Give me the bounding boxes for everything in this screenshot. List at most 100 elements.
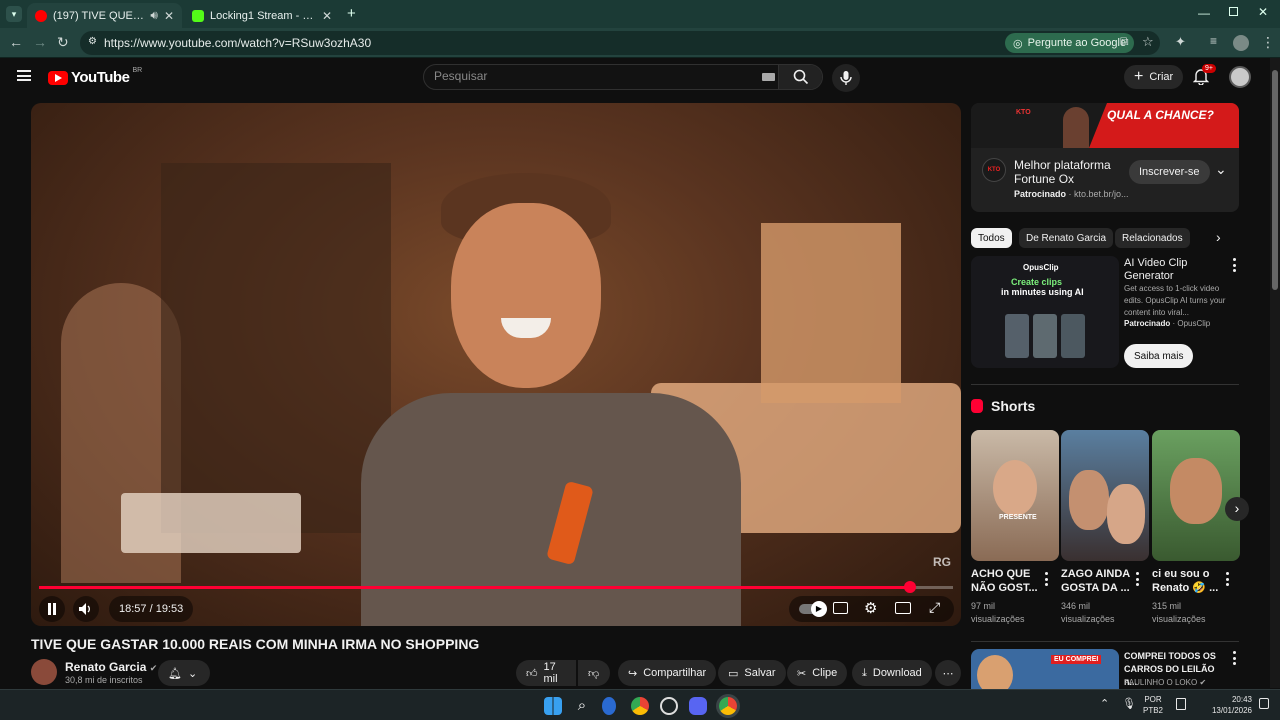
bookmark-star-icon[interactable]: ☆ [1142,34,1154,50]
save-button[interactable]: ▭ Salvar [718,660,786,686]
short-title[interactable]: ACHO QUE NÃO GOST... [971,567,1041,595]
tab-locking-stream[interactable]: Locking1 Stream - Watch Live o ✕ [184,3,340,28]
youtube-logo[interactable]: YouTube BR [48,67,142,86]
short-title[interactable]: ZAGO AINDA GOSTA DA ... [1061,567,1131,595]
restore-icon[interactable] [1229,7,1238,16]
system-clock[interactable]: 20:43 13/01/2026 [1208,694,1252,716]
like-button[interactable]: 👍︎ 17 mil [516,660,576,686]
more-vertical-icon[interactable] [1232,258,1236,272]
learn-more-button[interactable]: Saiba mais [1124,344,1194,368]
search-button[interactable] [778,65,822,89]
youtube-header: YouTube BR + Criar 9+ [0,58,1270,96]
extensions-icon[interactable]: ✦ [1175,34,1186,50]
scrollbar-thumb[interactable] [1272,70,1278,290]
progress-scrubber[interactable] [904,581,917,593]
url-field[interactable]: ⚙ https://www.youtube.com/watch?v=RSuw3o… [80,31,1160,55]
install-icon[interactable]: ⧉ [1120,34,1129,49]
close-window-icon[interactable]: ✕ [1258,5,1268,19]
short-thumbnail[interactable] [1061,430,1149,561]
scissors-icon: ✂ [797,667,807,680]
chip-related[interactable]: Relacionados [1115,228,1190,248]
chevron-down-icon[interactable]: ⌄ [1215,161,1227,178]
settings-gear-icon[interactable]: ⚙ [864,599,877,617]
media-control-icon[interactable]: ≡ [1210,34,1217,48]
more-vertical-icon[interactable] [1225,572,1229,586]
notifications-button[interactable]: 9+ [1192,64,1216,86]
channel-avatar[interactable] [31,659,57,685]
network-icon[interactable] [1176,698,1186,710]
new-tab-button[interactable]: + [347,5,356,22]
recommended-thumbnail[interactable]: EU COMPREI [971,649,1119,689]
chrome-icon[interactable] [631,697,649,715]
shorts-next-button[interactable]: › [1225,497,1249,521]
back-icon[interactable]: ← [9,34,23,50]
profile-avatar[interactable] [1233,35,1249,51]
short-thumbnail[interactable] [1152,430,1240,561]
create-button[interactable]: + Criar [1124,65,1184,89]
time-display: 18:57 / 19:53 [109,596,194,622]
download-button[interactable]: ⤓ Download [852,660,932,686]
sponsored-ad-card[interactable]: KTO QUAL A CHANCE? KTO Melhor plataforma… [971,103,1239,212]
chip-from-channel[interactable]: De Renato Garcia [1019,228,1114,248]
opusclip-description: Get access to 1-click video edits. OpusC… [1124,284,1226,317]
ad-subscribe-button[interactable]: Inscrever-se [1129,160,1210,184]
share-button[interactable]: ↪ Compartilhar [618,660,717,686]
browser-menu-icon[interactable]: ⋮ [1261,34,1275,51]
more-actions-button[interactable]: ⋯ [935,660,961,686]
minimize-icon[interactable]: — [1198,6,1210,20]
clip-button[interactable]: ✂ Clipe [787,660,848,686]
hamburger-menu-icon[interactable] [17,70,31,81]
autoplay-toggle[interactable]: ▶ [799,601,827,617]
microphone-icon[interactable]: 🎙︎ [1122,697,1136,710]
player-right-controls: ▶ ⚙ ⤢ [789,596,954,622]
input-language[interactable]: POR PTB2 [1143,694,1163,716]
opusclip-ad-thumbnail[interactable]: OpusClip Create clips in minutes using A… [971,256,1119,368]
water-app-icon[interactable] [602,697,616,715]
opusclip-title[interactable]: AI Video Clip Generator [1124,257,1224,283]
chrome-active-icon[interactable] [719,697,737,715]
chips-next-icon[interactable]: › [1216,229,1221,245]
recommended-channel[interactable]: PAULINHO O LOKO ✔ [1124,678,1206,687]
taskbar-search-icon[interactable]: ⌕ [573,697,591,715]
page-scrollbar[interactable] [1270,58,1280,688]
save-label: Salvar [744,667,776,679]
tab-close-icon[interactable]: ✕ [322,9,332,23]
windows-taskbar: ⌕ ⌃ 🎙︎ POR PTB2 20:43 13/01/2026 [0,689,1280,720]
discord-icon[interactable] [689,697,707,715]
reload-icon[interactable]: ↻ [57,34,69,51]
notification-center-icon[interactable] [1259,698,1269,709]
video-player[interactable]: RG 18:57 / 19:53 ▶ ⚙ ⤢ [31,103,961,626]
tray-chevron-up-icon[interactable]: ⌃ [1100,697,1109,710]
short-title[interactable]: ci eu sou o Renato 🤣 ... [1152,567,1222,595]
more-vertical-icon[interactable] [1232,651,1236,665]
opusclip-meta: Patrocinado · OpusClip [1124,319,1211,328]
tab-search-icon[interactable]: ▾ [6,6,22,22]
search-input[interactable] [434,69,754,83]
site-info-icon[interactable]: ⚙ [88,36,97,47]
ask-google-button[interactable]: ◎ Pergunte ao Google [1005,33,1135,53]
opusclip-preview-2 [1033,314,1057,358]
tab-youtube-video[interactable]: (197) TIVE QUE GASTAR 10.000 🔊︎ ✕ [27,3,182,28]
subtitles-icon[interactable] [833,602,848,614]
pause-icon [48,603,56,615]
channel-name[interactable]: Renato Garcia ✔ [65,660,157,674]
dislike-button[interactable]: 👎︎ [578,660,610,686]
pause-button[interactable] [39,596,65,622]
theater-mode-icon[interactable] [895,602,911,614]
more-vertical-icon[interactable] [1135,572,1139,586]
chatgpt-icon[interactable] [660,697,678,715]
fullscreen-icon[interactable]: ⤢ [929,599,940,616]
progress-bar[interactable] [39,581,953,593]
volume-button[interactable] [73,596,99,622]
account-avatar[interactable] [1229,66,1251,88]
keyboard-icon[interactable] [762,73,775,81]
tab-close-icon[interactable]: ✕ [164,9,174,23]
windows-start-icon[interactable] [544,697,562,715]
chip-all[interactable]: Todos [971,228,1012,248]
forward-icon[interactable]: → [33,34,47,50]
subscribed-bell-button[interactable]: 🔔︎ ⌄ [158,660,210,686]
voice-search-button[interactable] [832,64,860,92]
more-vertical-icon[interactable] [1044,572,1048,586]
audio-playing-icon[interactable]: 🔊︎ [150,8,158,23]
short-thumbnail[interactable]: PRESENTE [971,430,1059,561]
